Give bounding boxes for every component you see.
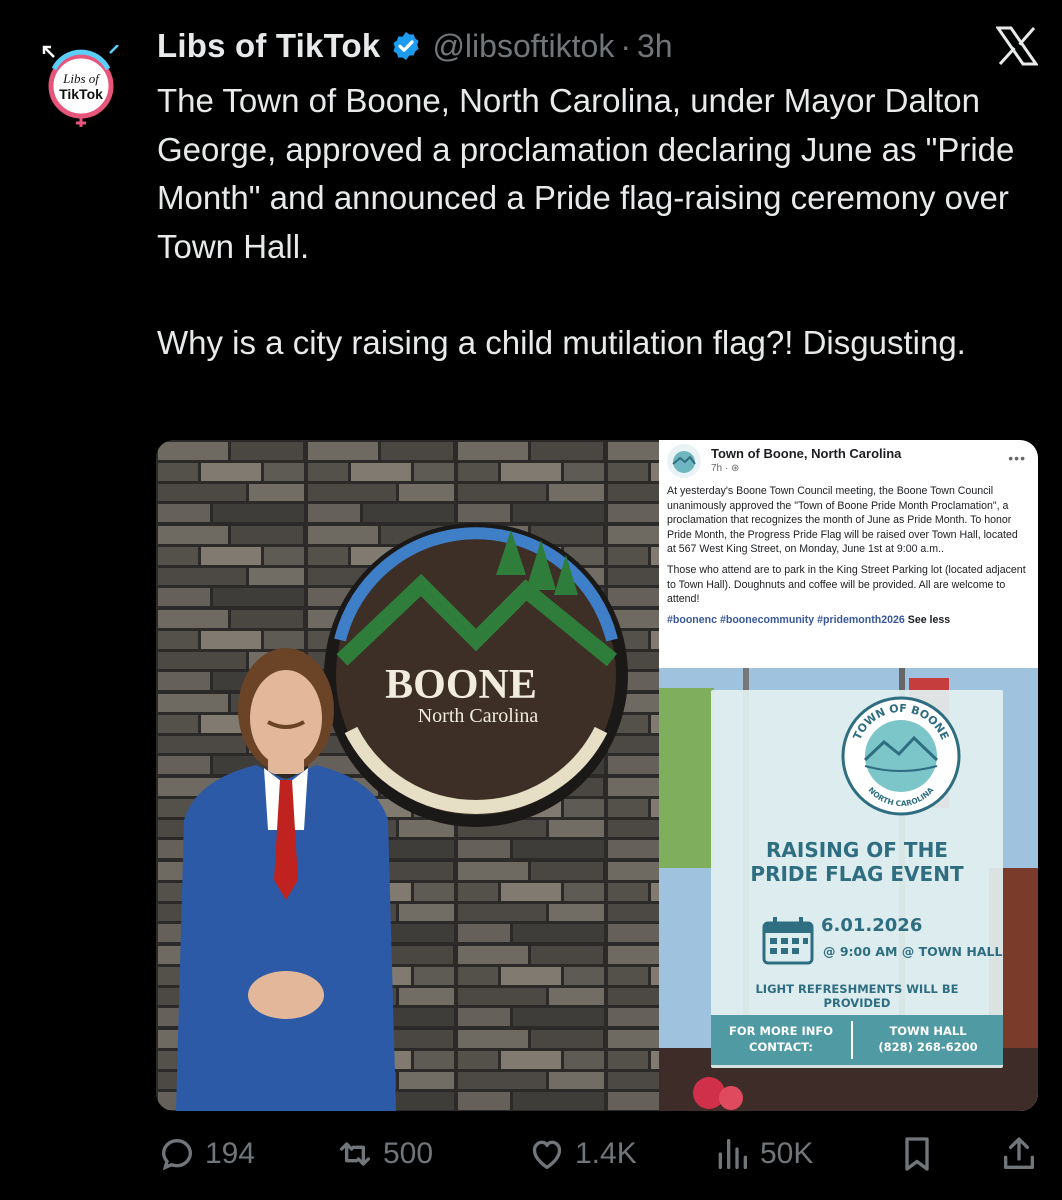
author-name[interactable]: Libs of TikTok	[157, 27, 380, 65]
tweet-paragraph-2: Why is a city raising a child mutilation…	[157, 324, 966, 361]
repost-button[interactable]: 500	[335, 1128, 433, 1180]
tweet-text: The Town of Boone, North Carolina, under…	[157, 77, 1037, 368]
reply-count: 194	[205, 1137, 256, 1170]
avatar-text-2: TikTok	[59, 86, 103, 102]
share-button[interactable]	[999, 1128, 1047, 1180]
town-seal-icon: TOWN OF BOONE NORTH CAROLINA	[841, 696, 961, 816]
avatar[interactable]: Libs of TikTok	[40, 44, 122, 127]
fb-see-less: See less	[907, 613, 951, 626]
poster-card: TOWN OF BOONE NORTH CAROLINA RAISING OF …	[711, 690, 1003, 1068]
heart-icon	[532, 1140, 562, 1169]
mayor-photo[interactable]: BOONE North Carolina	[156, 440, 659, 1111]
fb-post-body: At yesterday's Boone Town Council meetin…	[667, 484, 1027, 633]
contact-label-2: CONTACT:	[749, 1040, 813, 1054]
tweet-media[interactable]: BOONE North Carolina Town of Boone, Nort…	[156, 440, 1038, 1111]
like-button[interactable]: 1.4K	[527, 1128, 637, 1180]
view-count: 50K	[760, 1137, 814, 1170]
action-bar: 194 500 1.4K 50K	[157, 1128, 1042, 1180]
tweet-paragraph-1: The Town of Boone, North Carolina, under…	[157, 82, 1015, 265]
facebook-post: Town of Boone, North Carolina 7h · ⊛ •••…	[659, 440, 1038, 1111]
poster-contact: FOR MORE INFO CONTACT: TOWN HALL (828) 2…	[711, 1015, 1003, 1065]
poster-title-2: PRIDE FLAG EVENT	[750, 862, 964, 886]
x-logo-icon[interactable]	[996, 26, 1038, 66]
calendar-icon	[762, 917, 814, 965]
poster-title: RAISING OF THE PRIDE FLAG EVENT	[711, 838, 1003, 886]
poster-refreshments: LIGHT REFRESHMENTS WILL BE PROVIDED	[711, 982, 1003, 1010]
event-poster: TOWN OF BOONE NORTH CAROLINA RAISING OF …	[659, 668, 1038, 1111]
contact-label-1: FOR MORE INFO	[729, 1024, 833, 1038]
bookmark-icon	[905, 1137, 929, 1171]
tweet-header: Libs of TikTok @libsoftiktok · 3h	[157, 24, 673, 68]
fb-paragraph-2: Those who attend are to park in the King…	[667, 563, 1026, 606]
avatar-text-1: Libs of	[62, 71, 101, 86]
repost-count: 500	[383, 1137, 434, 1170]
sign-title: BOONE	[385, 662, 537, 708]
timestamp[interactable]: 3h	[637, 28, 673, 65]
poster-date: 6.01.2026	[821, 915, 923, 936]
contact-info-1: TOWN HALL	[889, 1024, 967, 1038]
like-count: 1.4K	[575, 1137, 637, 1170]
separator: ·	[620, 27, 631, 64]
poster-refresh-1: LIGHT REFRESHMENTS WILL BE	[755, 982, 959, 996]
fb-header: Town of Boone, North Carolina 7h · ⊛ •••	[667, 444, 1030, 480]
contact-label: FOR MORE INFO CONTACT:	[711, 1023, 851, 1055]
poster-refresh-2: PROVIDED	[823, 996, 891, 1010]
fb-page-avatar	[667, 444, 701, 478]
fb-page-name: Town of Boone, North Carolina	[711, 446, 902, 461]
share-icon	[1004, 1137, 1034, 1169]
verified-badge-icon	[393, 32, 419, 60]
author-handle[interactable]: @libsoftiktok	[432, 28, 614, 65]
fb-post-meta: 7h · ⊛	[711, 463, 740, 474]
reply-icon	[161, 1138, 193, 1171]
bookmark-button[interactable]	[897, 1128, 945, 1180]
poster-time-location: @ 9:00 AM @ TOWN HALL	[823, 944, 1003, 959]
reply-button[interactable]: 194	[157, 1128, 255, 1180]
sign-subtitle: North Carolina	[418, 705, 539, 727]
views-button[interactable]: 50K	[712, 1128, 813, 1180]
repost-icon	[340, 1142, 370, 1166]
more-options-icon: •••	[1008, 450, 1026, 466]
contact-info: TOWN HALL (828) 268-6200	[853, 1023, 1003, 1055]
fb-paragraph-1: At yesterday's Boone Town Council meetin…	[667, 485, 1018, 556]
poster-title-1: RAISING OF THE	[766, 838, 948, 862]
contact-info-2: (828) 268-6200	[878, 1040, 978, 1054]
views-icon	[718, 1139, 747, 1169]
fb-hashtags: #boonenc #boonecommunity #pridemonth2026	[667, 613, 905, 626]
